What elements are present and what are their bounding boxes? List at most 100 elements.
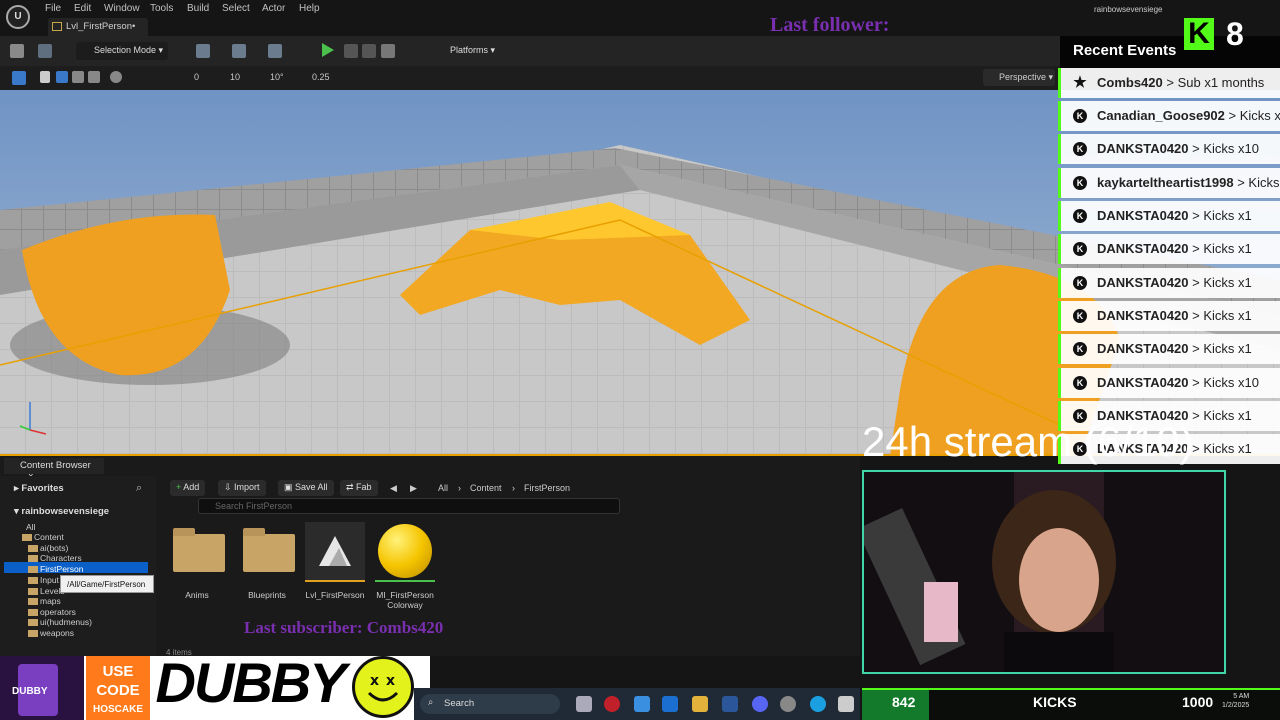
tree-item-input[interactable]: Input — [28, 575, 59, 585]
event-user: Canadian_Goose902 — [1097, 108, 1225, 123]
event-text: kaykarteltheartist1998 > Kicks — [1097, 175, 1279, 190]
asset-material-instance[interactable]: MI_FirstPerson Colorway — [374, 522, 436, 610]
menu-file[interactable]: File — [45, 3, 61, 14]
favorites-section[interactable]: ▸ Favorites — [14, 483, 64, 494]
asset-search-input[interactable]: Search FirstPerson — [198, 498, 620, 514]
github-icon[interactable] — [780, 696, 796, 712]
search-icon[interactable]: ⌕ — [136, 482, 142, 495]
discord-icon[interactable] — [752, 696, 768, 712]
tree-item-characters[interactable]: Characters — [28, 553, 82, 563]
event-action: Kicks x1 — [1203, 208, 1252, 223]
save-icon[interactable] — [10, 44, 24, 58]
file-explorer-icon[interactable] — [692, 696, 708, 712]
asset-folder-blueprints[interactable]: Blueprints — [236, 522, 298, 600]
event-user: DANKSTA0420 — [1097, 275, 1189, 290]
asset-search-placeholder: Search FirstPerson — [215, 501, 293, 511]
add-button[interactable]: + Add — [170, 480, 206, 496]
use-code-line-3: HOSCAKE — [92, 704, 143, 715]
rotate-tool-icon[interactable] — [72, 71, 84, 83]
scale-tool-icon[interactable] — [88, 71, 100, 83]
launch-icon[interactable] — [381, 44, 395, 58]
tree-item-firstperson[interactable]: FirstPerson — [28, 564, 83, 574]
content-icon[interactable] — [38, 44, 52, 58]
selection-mode-dropdown[interactable]: Selection Mode ▾ — [76, 42, 168, 60]
forward-icon[interactable]: ▶ — [410, 483, 417, 494]
tree-item-ui[interactable]: ui(hudmenus) — [28, 617, 92, 627]
scale-snap-value[interactable]: 0.25 — [312, 72, 330, 82]
outlook-icon[interactable] — [662, 696, 678, 712]
tree-item-weapons[interactable]: weapons — [28, 628, 74, 638]
blueprint-icon[interactable] — [232, 44, 246, 58]
viewport-menu-icon[interactable] — [12, 71, 26, 85]
unreal-taskbar-icon[interactable] — [838, 696, 854, 712]
task-view-icon[interactable] — [576, 696, 592, 712]
menu-help[interactable]: Help — [299, 3, 320, 14]
menu-window[interactable]: Window — [104, 3, 140, 14]
angle-snap-value[interactable]: 10° — [270, 72, 284, 82]
menu-tools[interactable]: Tools — [150, 3, 173, 14]
breadcrumb-content[interactable]: Content — [470, 483, 502, 493]
play-button[interactable] — [322, 43, 334, 57]
menu-actor[interactable]: Actor — [262, 3, 285, 14]
word-icon[interactable] — [722, 696, 738, 712]
grid-snap-value[interactable]: 10 — [230, 72, 240, 82]
edge-icon[interactable] — [810, 696, 826, 712]
kick-icon: K — [1073, 276, 1087, 290]
select-tool-icon[interactable] — [40, 71, 50, 83]
perspective-dropdown[interactable]: Perspective ▾ — [983, 69, 1055, 86]
selection-mode-label: Selection Mode — [94, 45, 157, 55]
taskbar-search[interactable]: ⌕ Search — [420, 694, 560, 714]
level-icon — [52, 22, 62, 31]
copilot-icon[interactable] — [634, 696, 650, 712]
save-all-button[interactable]: ▣ Save All — [278, 480, 334, 496]
event-user: DANKSTA0420 — [1097, 208, 1189, 223]
tree-item-all[interactable]: All — [26, 522, 35, 532]
add-actor-icon[interactable] — [196, 44, 210, 58]
asset-level-lvl-firstperson[interactable]: Lvl_FirstPerson — [304, 522, 366, 600]
tree-item-operators[interactable]: operators — [28, 607, 76, 617]
event-text: DANKSTA0420 > Kicks x10 — [1097, 375, 1259, 390]
platforms-dropdown[interactable]: Platforms ▾ — [432, 42, 502, 60]
breadcrumb-all[interactable]: All — [438, 483, 448, 493]
shirt — [1004, 632, 1114, 672]
content-browser-tab[interactable]: Content Browser × — [4, 458, 104, 482]
breadcrumb-firstperson[interactable]: FirstPerson — [524, 483, 570, 493]
use-code-line-1: USE — [102, 663, 134, 680]
move-tool-icon[interactable] — [56, 71, 68, 83]
event-action: Kicks x1 — [1203, 341, 1252, 356]
import-button[interactable]: ⇩ Import — [218, 480, 266, 496]
folder-icon — [167, 522, 227, 582]
back-icon[interactable]: ◀ — [390, 483, 397, 494]
event-separator: > — [1188, 275, 1204, 290]
tree-item-content[interactable]: Content — [22, 532, 64, 542]
stop-icon[interactable] — [362, 44, 376, 58]
svg-text:x: x — [370, 673, 379, 689]
tree-item-aibots[interactable]: ai(bots) — [28, 543, 68, 553]
event-row: K DANKSTA0420 > Kicks x1 — [1058, 201, 1280, 231]
unreal-logo-icon[interactable]: U — [6, 5, 30, 29]
asset-label: Lvl_FirstPerson — [305, 590, 365, 600]
menu-select[interactable]: Select — [222, 3, 250, 14]
kick-icon: K — [1073, 209, 1087, 223]
event-separator: > — [1233, 175, 1249, 190]
rotate-snap-value[interactable]: 0 — [194, 72, 199, 82]
world-space-icon[interactable] — [110, 71, 122, 83]
system-clock[interactable]: 5 AM 1/2/2025 — [1222, 692, 1249, 710]
kick-logo-icon: K — [1184, 18, 1214, 50]
level-tab[interactable]: Lvl_FirstPerson• — [48, 18, 148, 36]
event-separator: > — [1188, 141, 1204, 156]
event-separator: > — [1188, 241, 1204, 256]
fab-label: Fab — [356, 482, 372, 492]
cinematics-icon[interactable] — [268, 44, 282, 58]
fab-button[interactable]: ⇄ Fab — [340, 480, 378, 496]
tree-item-maps[interactable]: maps — [28, 596, 61, 606]
opera-icon[interactable] — [604, 696, 620, 712]
asset-folder-anims[interactable]: Anims — [166, 522, 228, 600]
menu-edit[interactable]: Edit — [74, 3, 91, 14]
smiley-logo-icon: xx — [352, 656, 414, 718]
project-section[interactable]: ▾ rainbowsevensiege — [14, 506, 109, 517]
step-icon[interactable] — [344, 44, 358, 58]
event-row: K Canadian_Goose902 > Kicks x1 — [1058, 101, 1280, 131]
menu-build[interactable]: Build — [187, 3, 209, 14]
dubby-brand-text: DUBBY — [155, 651, 346, 714]
